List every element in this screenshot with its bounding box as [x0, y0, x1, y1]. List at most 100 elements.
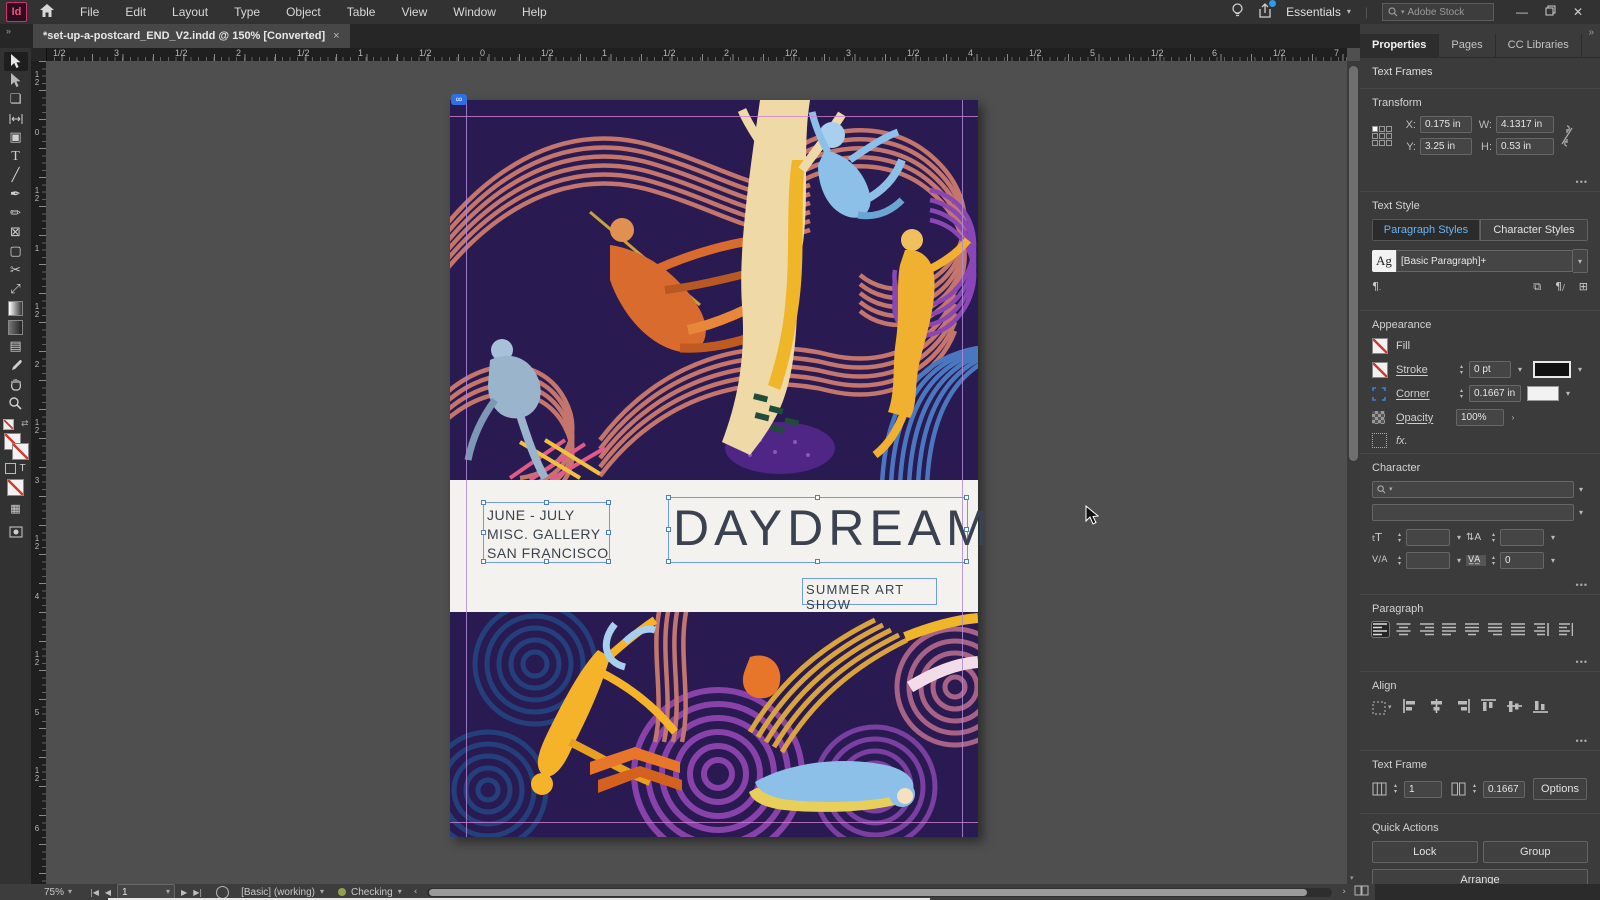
- gutter-stepper[interactable]: ▴ ▾: [1469, 781, 1480, 798]
- spread-view-icon[interactable]: [1354, 885, 1369, 899]
- font-size-stepper[interactable]: ▴ ▾: [1394, 529, 1405, 546]
- align-left-icon[interactable]: [1371, 621, 1390, 638]
- transform-more-options[interactable]: •••: [1576, 177, 1588, 187]
- selection-handle[interactable]: [606, 529, 611, 535]
- gradient-feather-tool[interactable]: [4, 318, 28, 337]
- home-icon[interactable]: [27, 4, 67, 20]
- align-horizontal-centers-icon[interactable]: [1429, 699, 1444, 716]
- new-style-icon[interactable]: ⊞: [1579, 281, 1588, 292]
- margin-guide-right[interactable]: [962, 100, 963, 837]
- h-field[interactable]: 0.53 in: [1496, 138, 1554, 155]
- stroke-weight-chevron[interactable]: ▾: [1513, 361, 1527, 378]
- margin-guide-bottom[interactable]: [450, 822, 978, 823]
- stroke-label[interactable]: Stroke: [1396, 364, 1448, 376]
- font-size-field[interactable]: [1406, 529, 1450, 546]
- ruler-origin-corner[interactable]: [31, 48, 47, 62]
- formatting-affects-container-icon[interactable]: [5, 463, 17, 474]
- columns-field[interactable]: 1: [1404, 780, 1442, 798]
- panel-collapse-icon[interactable]: »: [1588, 27, 1594, 38]
- pen-tool[interactable]: ✒: [4, 185, 28, 204]
- x-field[interactable]: 0.175 in: [1420, 116, 1472, 133]
- minimize-button[interactable]: —: [1508, 5, 1536, 19]
- menu-view[interactable]: View: [388, 5, 440, 19]
- align-more-options[interactable]: •••: [1576, 736, 1588, 746]
- stroke-swatch[interactable]: [1372, 361, 1388, 378]
- stroke-weight-field[interactable]: 0 pt: [1469, 361, 1511, 378]
- screen-mode-button[interactable]: [4, 522, 28, 541]
- corner-label[interactable]: Corner: [1396, 388, 1448, 400]
- selection-tool[interactable]: [3, 52, 28, 71]
- menu-edit[interactable]: Edit: [112, 5, 159, 19]
- horizontal-scrollbar[interactable]: [427, 887, 1333, 897]
- free-transform-tool[interactable]: ⤢: [4, 280, 28, 299]
- fill-stroke-control[interactable]: [3, 433, 29, 460]
- fill-swatch[interactable]: [1372, 338, 1388, 354]
- menu-table[interactable]: Table: [334, 5, 389, 19]
- gutter-field[interactable]: 0.1667: [1483, 780, 1525, 798]
- postcard-artwork-top[interactable]: [450, 100, 978, 480]
- corner-radius-stepper[interactable]: ▴ ▾: [1456, 385, 1467, 402]
- effects-fx-label[interactable]: fx.: [1396, 435, 1448, 447]
- swap-fill-stroke-icon[interactable]: ⇄: [21, 420, 29, 429]
- group-button[interactable]: Group: [1482, 841, 1588, 863]
- character-more-options[interactable]: •••: [1576, 580, 1588, 590]
- leading-stepper[interactable]: ▴ ▾: [1488, 529, 1499, 546]
- frame-fitting-icon[interactable]: [1372, 433, 1387, 448]
- postcard-artwork-bottom[interactable]: [450, 612, 978, 837]
- corner-shape-chevron[interactable]: ▾: [1561, 385, 1575, 402]
- align-center-icon[interactable]: [1395, 622, 1412, 637]
- stroke-weight-stepper[interactable]: ▴ ▾: [1456, 361, 1467, 378]
- selection-handle[interactable]: [666, 527, 671, 532]
- gap-tool[interactable]: [4, 109, 28, 128]
- workspace-switcher[interactable]: Essentials ▾: [1286, 5, 1351, 19]
- type-tool[interactable]: T: [4, 147, 28, 166]
- columns-stepper[interactable]: ▴ ▾: [1390, 781, 1401, 798]
- default-fill-stroke-icon[interactable]: [2, 419, 14, 430]
- selection-handle[interactable]: [815, 559, 820, 564]
- gradient-swatch-tool[interactable]: [4, 299, 28, 318]
- selection-handle[interactable]: [964, 495, 969, 500]
- text-frame-dates[interactable]: JUNE - JULY MISC. GALLERY SAN FRANCISCO: [481, 500, 611, 564]
- font-family-search[interactable]: ▾: [1372, 481, 1574, 498]
- line-tool[interactable]: ╱: [4, 166, 28, 185]
- align-right-icon[interactable]: [1418, 622, 1435, 637]
- selection-handle[interactable]: [481, 529, 486, 535]
- lock-button[interactable]: Lock: [1372, 841, 1478, 863]
- stroke-style-chevron[interactable]: ▾: [1573, 361, 1587, 378]
- preflight-menu-icon[interactable]: [216, 885, 230, 899]
- learn-lightbulb-icon[interactable]: [1231, 3, 1244, 21]
- direct-selection-tool[interactable]: [4, 71, 28, 90]
- justify-left-icon[interactable]: [1441, 622, 1458, 637]
- font-size-chevron[interactable]: ▾: [1452, 529, 1466, 546]
- font-style-dropdown[interactable]: [1372, 504, 1574, 521]
- redefine-style-icon[interactable]: ⧉: [1533, 281, 1541, 292]
- zoom-tool[interactable]: [4, 394, 28, 413]
- preflight-status[interactable]: Checking ▾: [337, 887, 402, 898]
- postcard-page[interactable]: JUNE - JULY MISC. GALLERY SAN FRANCISCO …: [450, 94, 988, 837]
- vertical-scrollbar-thumb[interactable]: [1349, 66, 1358, 461]
- rectangle-tool[interactable]: ▢: [4, 242, 28, 261]
- margin-guide-top[interactable]: [450, 116, 978, 117]
- selection-handle[interactable]: [481, 559, 486, 564]
- close-button[interactable]: ✕: [1564, 5, 1592, 19]
- content-collector-tool[interactable]: ▣: [4, 128, 28, 147]
- tracking-stepper[interactable]: ▴ ▾: [1488, 552, 1499, 569]
- w-field[interactable]: 4.1317 in: [1496, 116, 1554, 133]
- selection-handle[interactable]: [815, 495, 820, 500]
- selection-handle[interactable]: [481, 500, 486, 505]
- stroke-swatch-none[interactable]: [11, 443, 29, 460]
- character-styles-tab[interactable]: Character Styles: [1480, 219, 1588, 241]
- scroll-left-arrow[interactable]: ‹: [414, 887, 418, 897]
- margin-guide-left[interactable]: [466, 100, 467, 837]
- font-family-chevron[interactable]: ▾: [1574, 481, 1588, 498]
- align-left-edges-icon[interactable]: [1402, 699, 1418, 716]
- note-tool[interactable]: ▤: [4, 337, 28, 356]
- frame-tool[interactable]: ⊠: [4, 223, 28, 242]
- paragraph-styles-tab[interactable]: Paragraph Styles: [1372, 219, 1480, 241]
- menu-window[interactable]: Window: [440, 5, 509, 19]
- menu-file[interactable]: File: [67, 5, 112, 19]
- align-bottom-edges-icon[interactable]: [1532, 699, 1548, 716]
- opacity-expand-arrow[interactable]: ›: [1506, 409, 1520, 426]
- text-frame-title[interactable]: DAYDREAM: [666, 495, 988, 564]
- font-style-chevron[interactable]: ▾: [1574, 504, 1588, 521]
